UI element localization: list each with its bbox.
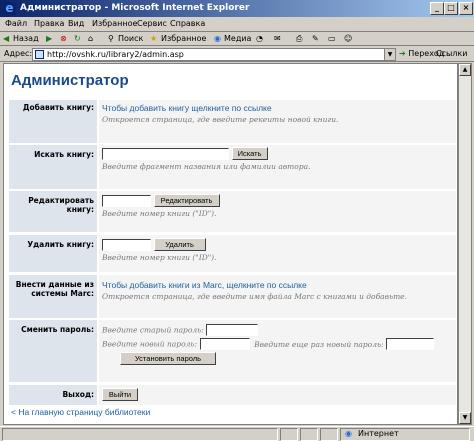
change-password-label: Сменить пароль: bbox=[9, 320, 97, 382]
page-icon bbox=[35, 50, 44, 59]
row-search-book: Искать книгу: Искать Введите фрагмент на… bbox=[9, 145, 456, 189]
mail-icon[interactable]: ✉ bbox=[274, 33, 281, 45]
favorites-button[interactable]: Избранное bbox=[161, 33, 206, 45]
history-icon[interactable]: ◔ bbox=[256, 33, 263, 45]
address-url: http://ovshk.ru/library2/admin.asp bbox=[47, 50, 184, 59]
media-icon[interactable]: ◉ bbox=[214, 33, 221, 45]
address-label: Адрес: bbox=[4, 49, 33, 58]
ie-icon: e bbox=[3, 2, 16, 15]
messenger-icon[interactable]: ☺ bbox=[344, 33, 352, 45]
menu-help[interactable]: Справка bbox=[170, 19, 205, 28]
search-button[interactable]: Поиск bbox=[118, 33, 143, 45]
menu-tools[interactable]: Сервис bbox=[137, 19, 167, 28]
set-password-button[interactable]: Установить пароль bbox=[120, 352, 216, 365]
forward-arrow-icon[interactable]: ▶ bbox=[46, 33, 52, 45]
row-delete-book: Удалить книгу: Удалить Введите номер кни… bbox=[9, 235, 456, 272]
marc-import-link[interactable]: Чтобы добавить книги из Marc, щелкните п… bbox=[102, 280, 456, 290]
new-password-input[interactable] bbox=[199, 338, 250, 350]
toolbar: ◀ Назад ▶ ⊗ ↻ ⌂ ⚲ Поиск ★ Избранное ◉ Ме… bbox=[0, 32, 474, 46]
row-change-password: Сменить пароль: Введите старый пароль: В… bbox=[9, 320, 456, 382]
add-book-label: Добавить книгу: bbox=[9, 100, 97, 143]
stop-icon[interactable]: ⊗ bbox=[60, 33, 67, 45]
address-dropdown-icon[interactable]: ▼ bbox=[384, 49, 395, 60]
edit-icon[interactable]: ✎ bbox=[312, 33, 319, 45]
menu-bar: Файл Правка Вид Избранное Сервис Справка bbox=[0, 17, 474, 32]
title-bar: e Администратор - Microsoft Internet Exp… bbox=[0, 0, 474, 17]
logout-label: Выход: bbox=[9, 385, 97, 405]
add-book-link[interactable]: Чтобы добавить книгу щелкните по ссылке bbox=[102, 103, 456, 113]
scroll-up-icon[interactable]: ▲ bbox=[459, 64, 471, 76]
add-book-hint: Откроется страница, где введите рекеиты … bbox=[102, 115, 339, 124]
back-button[interactable]: Назад bbox=[13, 33, 39, 45]
go-arrow-icon: ➔ bbox=[399, 49, 406, 58]
address-input[interactable]: http://ovshk.ru/library2/admin.asp ▼ bbox=[32, 48, 396, 61]
logout-button[interactable]: Выйти bbox=[102, 388, 138, 401]
edit-book-button[interactable]: Редактировать bbox=[153, 194, 220, 207]
internet-zone-icon: ◉ bbox=[345, 429, 352, 438]
search-book-label: Искать книгу: bbox=[9, 145, 97, 189]
repeat-password-input[interactable] bbox=[386, 338, 435, 350]
delete-book-button[interactable]: Удалить bbox=[153, 238, 206, 251]
menu-view[interactable]: Вид bbox=[68, 19, 84, 28]
row-marc-import: Внести данные из системы Marc: Чтобы доб… bbox=[9, 275, 456, 318]
search-book-hint: Введите фрагмент названия или фамилии ав… bbox=[102, 162, 311, 171]
back-to-library-link[interactable]: < На главную страницу библиотеки bbox=[11, 407, 150, 417]
edit-book-label: Редактировать книгу: bbox=[9, 191, 97, 232]
old-password-label: Введите старый пароль: bbox=[102, 325, 204, 335]
status-zone: Интернет bbox=[358, 429, 399, 438]
back-arrow-icon[interactable]: ◀ bbox=[3, 33, 9, 45]
search-book-button[interactable]: Искать bbox=[231, 147, 268, 160]
menu-edit[interactable]: Правка bbox=[34, 19, 64, 28]
menu-file[interactable]: Файл bbox=[5, 19, 27, 28]
print-icon[interactable]: ⎙ bbox=[296, 33, 302, 45]
page-viewport: Администратор Добавить книгу: Чтобы доба… bbox=[3, 63, 458, 425]
address-bar: Адрес: http://ovshk.ru/library2/admin.as… bbox=[0, 47, 474, 62]
home-icon[interactable]: ⌂ bbox=[88, 33, 93, 45]
window-title: Администратор - Microsoft Internet Explo… bbox=[20, 3, 250, 13]
marc-import-hint: Откроется страница, где введите имя файл… bbox=[102, 292, 408, 301]
delete-id-input[interactable] bbox=[102, 238, 151, 251]
close-button[interactable]: × bbox=[459, 2, 473, 15]
refresh-icon[interactable]: ↻ bbox=[74, 33, 81, 45]
row-logout: Выход: Выйти bbox=[9, 385, 456, 405]
delete-book-hint: Введите номер книги ("ID"). bbox=[102, 253, 217, 262]
search-icon[interactable]: ⚲ bbox=[108, 33, 114, 45]
maximize-button[interactable]: □ bbox=[444, 2, 458, 15]
old-password-input[interactable] bbox=[206, 324, 259, 336]
favorites-icon[interactable]: ★ bbox=[150, 33, 157, 45]
media-button[interactable]: Медиа bbox=[224, 33, 251, 45]
scroll-down-icon[interactable]: ▼ bbox=[459, 412, 471, 424]
page-title: Администратор bbox=[11, 72, 129, 89]
repeat-password-label: Введите еще раз новый пароль: bbox=[254, 339, 384, 349]
marc-import-label: Внести данные из системы Marc: bbox=[9, 275, 97, 318]
links-button[interactable]: Ссылки bbox=[436, 49, 467, 58]
row-edit-book: Редактировать книгу: Редактировать Введи… bbox=[9, 191, 456, 232]
edit-id-input[interactable] bbox=[102, 194, 151, 207]
delete-book-label: Удалить книгу: bbox=[9, 235, 97, 272]
discuss-icon[interactable]: ▭ bbox=[328, 33, 336, 45]
status-bar: ◉ Интернет bbox=[0, 426, 474, 441]
menu-favorites[interactable]: Избранное bbox=[92, 19, 137, 28]
edit-book-hint: Введите номер книги ("ID"). bbox=[102, 209, 217, 218]
search-input[interactable] bbox=[102, 147, 229, 160]
row-add-book: Добавить книгу: Чтобы добавить книгу щел… bbox=[9, 100, 456, 143]
new-password-label: Введите новый пароль: bbox=[102, 339, 197, 349]
minimize-button[interactable]: _ bbox=[430, 2, 444, 15]
status-message bbox=[2, 428, 278, 441]
vertical-scrollbar[interactable]: ▲ ▼ bbox=[458, 63, 472, 425]
